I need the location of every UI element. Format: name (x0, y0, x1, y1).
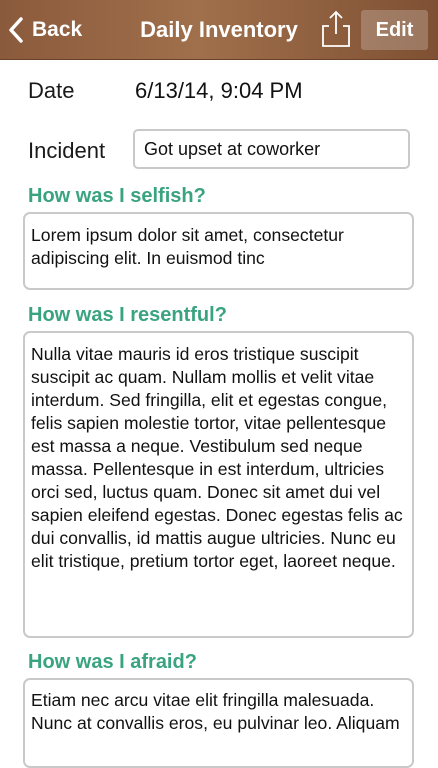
selfish-heading: How was I selfish? (28, 185, 206, 207)
afraid-text-area[interactable]: Etiam nec arcu vitae elit fringilla male… (23, 678, 414, 768)
resentful-text-area[interactable]: Nulla vitae mauris id eros tristique sus… (23, 331, 414, 638)
share-icon (322, 10, 350, 47)
edit-button[interactable]: Edit (361, 10, 428, 50)
share-button[interactable] (318, 8, 354, 50)
chevron-left-icon (9, 17, 23, 43)
date-label: Date (28, 78, 75, 103)
selfish-text-area[interactable]: Lorem ipsum dolor sit amet, consectetur … (23, 212, 414, 290)
incident-field[interactable]: Got upset at coworker (133, 129, 410, 169)
afraid-heading: How was I afraid? (28, 651, 197, 673)
date-value: 6/13/14, 9:04 PM (135, 78, 303, 103)
resentful-heading: How was I resentful? (28, 304, 227, 326)
incident-label: Incident (28, 138, 106, 163)
navigation-bar: Back Daily Inventory Edit (0, 0, 438, 60)
back-button-label: Back (32, 18, 83, 41)
back-button[interactable]: Back (8, 12, 82, 48)
page-title: Daily Inventory (140, 17, 298, 42)
